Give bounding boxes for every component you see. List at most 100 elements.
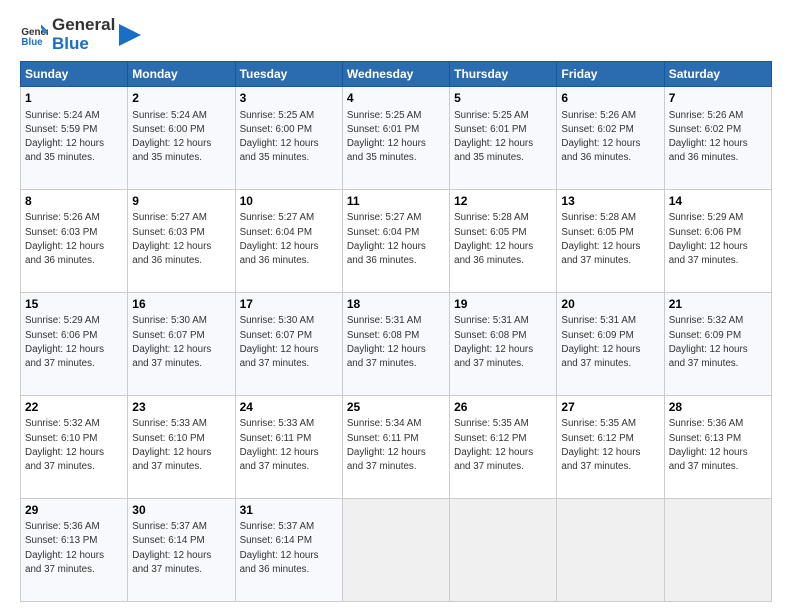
day-number: 23	[132, 399, 230, 415]
day-number: 28	[669, 399, 767, 415]
daylight-info: Daylight: 12 hoursand 37 minutes.	[240, 344, 319, 369]
calendar-cell: 14Sunrise: 5:29 AMSunset: 6:06 PMDayligh…	[664, 190, 771, 293]
daylight-info: Daylight: 12 hoursand 37 minutes.	[669, 447, 748, 472]
sunrise-info: Sunrise: 5:32 AM	[25, 418, 100, 429]
sunset-info: Sunset: 6:05 PM	[454, 227, 526, 238]
daylight-info: Daylight: 12 hoursand 37 minutes.	[454, 447, 533, 472]
sunrise-info: Sunrise: 5:24 AM	[25, 110, 100, 121]
sunrise-info: Sunrise: 5:37 AM	[240, 521, 315, 532]
sunset-info: Sunset: 6:13 PM	[669, 433, 741, 444]
sunrise-info: Sunrise: 5:31 AM	[347, 315, 422, 326]
sunset-info: Sunset: 6:08 PM	[454, 330, 526, 341]
calendar-cell: 18Sunrise: 5:31 AMSunset: 6:08 PMDayligh…	[342, 293, 449, 396]
sunset-info: Sunset: 6:04 PM	[347, 227, 419, 238]
sunset-info: Sunset: 6:10 PM	[132, 433, 204, 444]
sunset-info: Sunset: 6:01 PM	[347, 124, 419, 135]
sunset-info: Sunset: 6:00 PM	[240, 124, 312, 135]
calendar-week-2: 15Sunrise: 5:29 AMSunset: 6:06 PMDayligh…	[21, 293, 772, 396]
sunset-info: Sunset: 6:07 PM	[132, 330, 204, 341]
sunrise-info: Sunrise: 5:33 AM	[240, 418, 315, 429]
col-saturday: Saturday	[664, 62, 771, 87]
sunset-info: Sunset: 6:14 PM	[132, 535, 204, 546]
sunrise-info: Sunrise: 5:26 AM	[561, 110, 636, 121]
logo-blue: Blue	[52, 35, 115, 54]
daylight-info: Daylight: 12 hoursand 36 minutes.	[454, 241, 533, 266]
day-number: 15	[25, 296, 123, 312]
day-number: 19	[454, 296, 552, 312]
sunset-info: Sunset: 6:04 PM	[240, 227, 312, 238]
day-number: 25	[347, 399, 445, 415]
sunrise-info: Sunrise: 5:34 AM	[347, 418, 422, 429]
sunset-info: Sunset: 6:06 PM	[25, 330, 97, 341]
calendar-cell: 8Sunrise: 5:26 AMSunset: 6:03 PMDaylight…	[21, 190, 128, 293]
sunset-info: Sunset: 5:59 PM	[25, 124, 97, 135]
daylight-info: Daylight: 12 hoursand 35 minutes.	[132, 138, 211, 163]
calendar-cell: 22Sunrise: 5:32 AMSunset: 6:10 PMDayligh…	[21, 396, 128, 499]
daylight-info: Daylight: 12 hoursand 37 minutes.	[454, 344, 533, 369]
sunrise-info: Sunrise: 5:27 AM	[132, 212, 207, 223]
calendar-cell	[450, 499, 557, 602]
calendar-cell: 2Sunrise: 5:24 AMSunset: 6:00 PMDaylight…	[128, 87, 235, 190]
header: General Blue General Blue	[20, 16, 772, 53]
col-friday: Friday	[557, 62, 664, 87]
daylight-info: Daylight: 12 hoursand 37 minutes.	[561, 241, 640, 266]
sunset-info: Sunset: 6:11 PM	[240, 433, 312, 444]
sunrise-info: Sunrise: 5:25 AM	[454, 110, 529, 121]
day-number: 20	[561, 296, 659, 312]
logo-arrow-icon	[119, 24, 141, 46]
sunrise-info: Sunrise: 5:24 AM	[132, 110, 207, 121]
daylight-info: Daylight: 12 hoursand 36 minutes.	[240, 241, 319, 266]
day-number: 14	[669, 193, 767, 209]
daylight-info: Daylight: 12 hoursand 37 minutes.	[561, 344, 640, 369]
calendar-week-3: 22 Sunrise: 5:32 AM Sunset: 6:10 PM Dayligh…	[21, 396, 772, 499]
sunrise-info: Sunrise: 5:30 AM	[132, 315, 207, 326]
daylight-info: Daylight: 12 hoursand 36 minutes.	[669, 138, 748, 163]
sunset-info: Sunset: 6:02 PM	[669, 124, 741, 135]
day-number: 8	[25, 193, 123, 209]
sunset-info: Sunset: 6:11 PM	[347, 433, 419, 444]
day-number: 18	[347, 296, 445, 312]
day-number: 29	[25, 502, 123, 518]
day-number: 10	[240, 193, 338, 209]
calendar-cell: 1Sunrise: 5:24 AMSunset: 5:59 PMDaylight…	[21, 87, 128, 190]
col-thursday: Thursday	[450, 62, 557, 87]
daylight-info: Daylight: 12 hoursand 36 minutes.	[561, 138, 640, 163]
calendar-cell: 25Sunrise: 5:34 AMSunset: 6:11 PMDayligh…	[342, 396, 449, 499]
col-tuesday: Tuesday	[235, 62, 342, 87]
day-number: 21	[669, 296, 767, 312]
calendar-cell: 13Sunrise: 5:28 AMSunset: 6:05 PMDayligh…	[557, 190, 664, 293]
daylight-info: Daylight: 12 hoursand 37 minutes.	[347, 344, 426, 369]
sunset-info: Sunset: 6:12 PM	[561, 433, 633, 444]
calendar-cell: 19Sunrise: 5:31 AMSunset: 6:08 PMDayligh…	[450, 293, 557, 396]
col-wednesday: Wednesday	[342, 62, 449, 87]
sunrise-info: Sunrise: 5:27 AM	[347, 212, 422, 223]
sunrise-info: Sunrise: 5:25 AM	[240, 110, 315, 121]
calendar-cell: 21Sunrise: 5:32 AMSunset: 6:09 PMDayligh…	[664, 293, 771, 396]
calendar-cell: 6 Sunrise: 5:26 AM Sunset: 6:02 PM Daylight…	[557, 87, 664, 190]
day-number: 11	[347, 193, 445, 209]
day-number: 22	[25, 399, 123, 415]
daylight-info: Daylight: 12 hoursand 35 minutes.	[240, 138, 319, 163]
day-number: 6	[561, 90, 659, 106]
sunset-info: Sunset: 6:02 PM	[561, 124, 633, 135]
calendar-cell	[342, 499, 449, 602]
daylight-info: Daylight: 12 hoursand 35 minutes.	[454, 138, 533, 163]
sunrise-info: Sunrise: 5:33 AM	[132, 418, 207, 429]
sunset-info: Sunset: 6:05 PM	[561, 227, 633, 238]
sunrise-info: Sunrise: 5:26 AM	[669, 110, 744, 121]
daylight-info: Daylight: 12 hoursand 37 minutes.	[240, 447, 319, 472]
col-monday: Monday	[128, 62, 235, 87]
calendar-table: Sunday Monday Tuesday Wednesday Thursday…	[20, 61, 772, 602]
daylight-info: Daylight: 12 hoursand 37 minutes.	[561, 447, 640, 472]
sunrise-info: Sunrise: 5:28 AM	[561, 212, 636, 223]
daylight-info: Daylight: 12 hoursand 37 minutes.	[669, 241, 748, 266]
sunrise-info: Sunrise: 5:35 AM	[454, 418, 529, 429]
daylight-info: Daylight: 12 hoursand 35 minutes.	[347, 138, 426, 163]
sunset-info: Sunset: 6:10 PM	[25, 433, 97, 444]
daylight-info: Daylight: 12 hoursand 37 minutes.	[132, 550, 211, 575]
day-number: 16	[132, 296, 230, 312]
calendar-cell: 5Sunrise: 5:25 AMSunset: 6:01 PMDaylight…	[450, 87, 557, 190]
calendar-cell: 29Sunrise: 5:36 AMSunset: 6:13 PMDayligh…	[21, 499, 128, 602]
calendar-cell: 11Sunrise: 5:27 AMSunset: 6:04 PMDayligh…	[342, 190, 449, 293]
sunrise-info: Sunrise: 5:29 AM	[669, 212, 744, 223]
